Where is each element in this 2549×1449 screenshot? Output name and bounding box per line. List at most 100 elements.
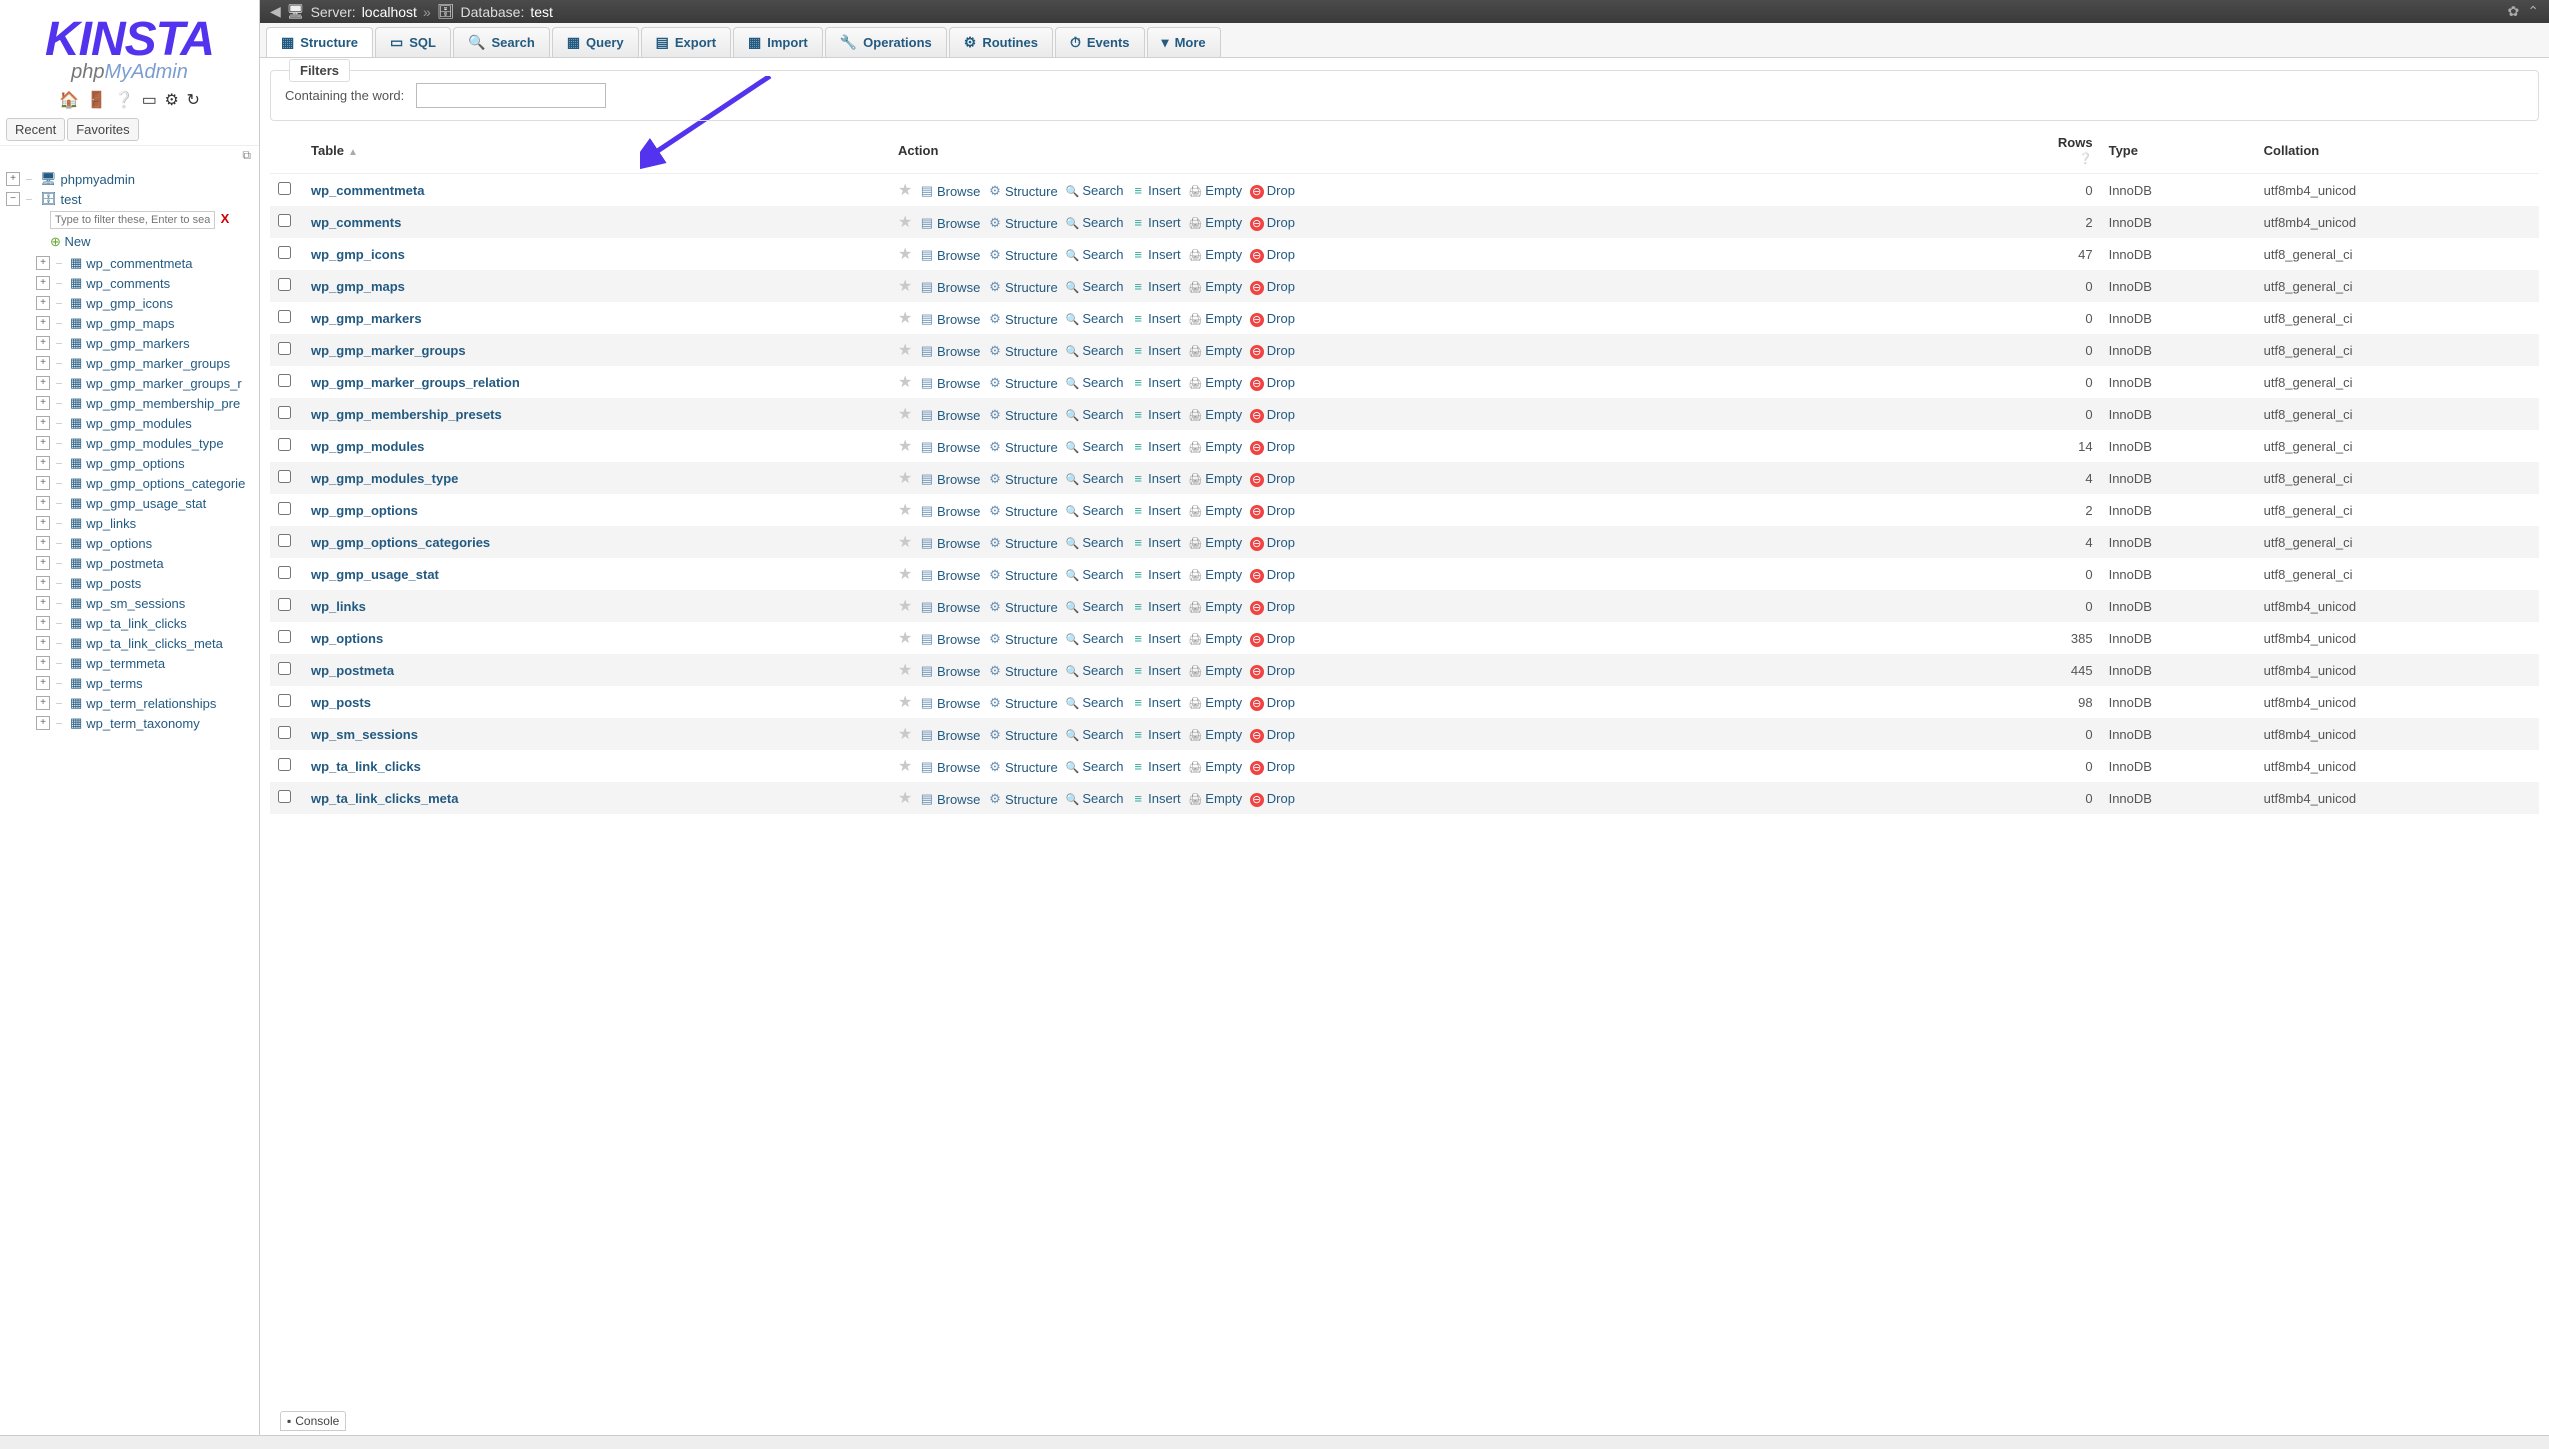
browse-action[interactable]: Browse [920, 343, 980, 359]
expand-icon[interactable]: + [36, 356, 50, 370]
tree-table[interactable]: +─▦wp_gmp_icons [2, 293, 257, 313]
drop-action[interactable]: Drop [1250, 535, 1295, 551]
search-action[interactable]: Search [1065, 375, 1123, 390]
insert-action[interactable]: Insert [1131, 311, 1181, 326]
empty-action[interactable]: Empty [1188, 631, 1242, 646]
tree-table[interactable]: +─▦wp_options [2, 533, 257, 553]
tree-table[interactable]: +─▦wp_gmp_options_categorie [2, 473, 257, 493]
settings-icon[interactable]: ✿ [2508, 3, 2520, 20]
browse-action[interactable]: Browse [920, 247, 980, 263]
tree-root[interactable]: + ─ 🖥 phpmyadmin [2, 169, 257, 189]
expand-icon[interactable]: + [36, 416, 50, 430]
browse-action[interactable]: Browse [920, 631, 980, 647]
expand-icon[interactable]: + [36, 656, 50, 670]
empty-action[interactable]: Empty [1188, 343, 1242, 358]
expand-icon[interactable]: + [36, 316, 50, 330]
browse-action[interactable]: Browse [920, 407, 980, 423]
insert-action[interactable]: Insert [1131, 439, 1181, 454]
drop-action[interactable]: Drop [1250, 215, 1295, 231]
table-name[interactable]: wp_options [311, 631, 383, 646]
search-action[interactable]: Search [1065, 183, 1123, 198]
tab-sql[interactable]: ▭SQL [375, 27, 451, 57]
help-icon[interactable]: ❔ [114, 90, 134, 110]
structure-action[interactable]: Structure [988, 471, 1058, 487]
structure-action[interactable]: Structure [988, 503, 1058, 519]
star-icon[interactable]: ★ [898, 182, 912, 199]
tree-table[interactable]: +─▦wp_gmp_membership_pre [2, 393, 257, 413]
tree-table[interactable]: +─▦wp_term_taxonomy [2, 713, 257, 733]
search-action[interactable]: Search [1065, 503, 1123, 518]
insert-action[interactable]: Insert [1131, 503, 1181, 518]
browse-action[interactable]: Browse [920, 375, 980, 391]
search-action[interactable]: Search [1065, 407, 1123, 422]
empty-action[interactable]: Empty [1188, 727, 1242, 742]
console-button[interactable]: Console [280, 1411, 346, 1431]
star-icon[interactable]: ★ [898, 694, 912, 711]
tab-routines[interactable]: ⚙Routines [949, 27, 1053, 57]
table-name[interactable]: wp_gmp_markers [311, 311, 422, 326]
panel-toggle-icon[interactable]: ◀ [270, 3, 281, 20]
home-icon[interactable]: 🏠 [59, 90, 79, 110]
star-icon[interactable]: ★ [898, 374, 912, 391]
expand-icon[interactable]: + [36, 496, 50, 510]
expand-icon[interactable]: + [36, 616, 50, 630]
row-checkbox[interactable] [278, 662, 291, 675]
star-icon[interactable]: ★ [898, 790, 912, 807]
structure-action[interactable]: Structure [988, 343, 1058, 359]
tree-table[interactable]: +─▦wp_ta_link_clicks_meta [2, 633, 257, 653]
row-checkbox[interactable] [278, 534, 291, 547]
table-name[interactable]: wp_sm_sessions [311, 727, 418, 742]
structure-action[interactable]: Structure [988, 695, 1058, 711]
expand-icon[interactable]: + [6, 172, 20, 186]
browse-action[interactable]: Browse [920, 759, 980, 775]
structure-action[interactable]: Structure [988, 439, 1058, 455]
tree-table[interactable]: +─▦wp_sm_sessions [2, 593, 257, 613]
row-checkbox[interactable] [278, 502, 291, 515]
tree-table[interactable]: +─▦wp_gmp_usage_stat [2, 493, 257, 513]
expand-icon[interactable]: + [36, 376, 50, 390]
drop-action[interactable]: Drop [1250, 503, 1295, 519]
collapse-icon[interactable]: ⌃ [2527, 3, 2539, 20]
empty-action[interactable]: Empty [1188, 535, 1242, 550]
row-checkbox[interactable] [278, 790, 291, 803]
search-action[interactable]: Search [1065, 311, 1123, 326]
empty-action[interactable]: Empty [1188, 439, 1242, 454]
structure-action[interactable]: Structure [988, 279, 1058, 295]
favorites-tab[interactable]: Favorites [67, 118, 138, 141]
empty-action[interactable]: Empty [1188, 247, 1242, 262]
structure-action[interactable]: Structure [988, 183, 1058, 199]
empty-action[interactable]: Empty [1188, 471, 1242, 486]
table-name[interactable]: wp_gmp_membership_presets [311, 407, 502, 422]
logout-icon[interactable]: 🚪 [87, 90, 107, 110]
expand-icon[interactable]: + [36, 456, 50, 470]
browse-action[interactable]: Browse [920, 311, 980, 327]
search-action[interactable]: Search [1065, 599, 1123, 614]
insert-action[interactable]: Insert [1131, 247, 1181, 262]
row-checkbox[interactable] [278, 310, 291, 323]
drop-action[interactable]: Drop [1250, 343, 1295, 359]
star-icon[interactable]: ★ [898, 502, 912, 519]
table-name[interactable]: wp_comments [311, 215, 401, 230]
collapse-icon[interactable]: − [6, 192, 20, 206]
gear-icon[interactable]: ⚙ [165, 90, 179, 110]
tree-table[interactable]: +─▦wp_gmp_maps [2, 313, 257, 333]
drop-action[interactable]: Drop [1250, 567, 1295, 583]
browse-action[interactable]: Browse [920, 599, 980, 615]
drop-action[interactable]: Drop [1250, 631, 1295, 647]
expand-icon[interactable]: + [36, 676, 50, 690]
star-icon[interactable]: ★ [898, 598, 912, 615]
search-action[interactable]: Search [1065, 695, 1123, 710]
search-action[interactable]: Search [1065, 631, 1123, 646]
structure-action[interactable]: Structure [988, 567, 1058, 583]
expand-icon[interactable]: + [36, 556, 50, 570]
drop-action[interactable]: Drop [1250, 791, 1295, 807]
sql-icon[interactable]: ▭ [142, 90, 157, 110]
row-checkbox[interactable] [278, 214, 291, 227]
empty-action[interactable]: Empty [1188, 215, 1242, 230]
structure-action[interactable]: Structure [988, 247, 1058, 263]
insert-action[interactable]: Insert [1131, 215, 1181, 230]
browse-action[interactable]: Browse [920, 663, 980, 679]
star-icon[interactable]: ★ [898, 214, 912, 231]
table-name[interactable]: wp_links [311, 599, 366, 614]
browse-action[interactable]: Browse [920, 791, 980, 807]
